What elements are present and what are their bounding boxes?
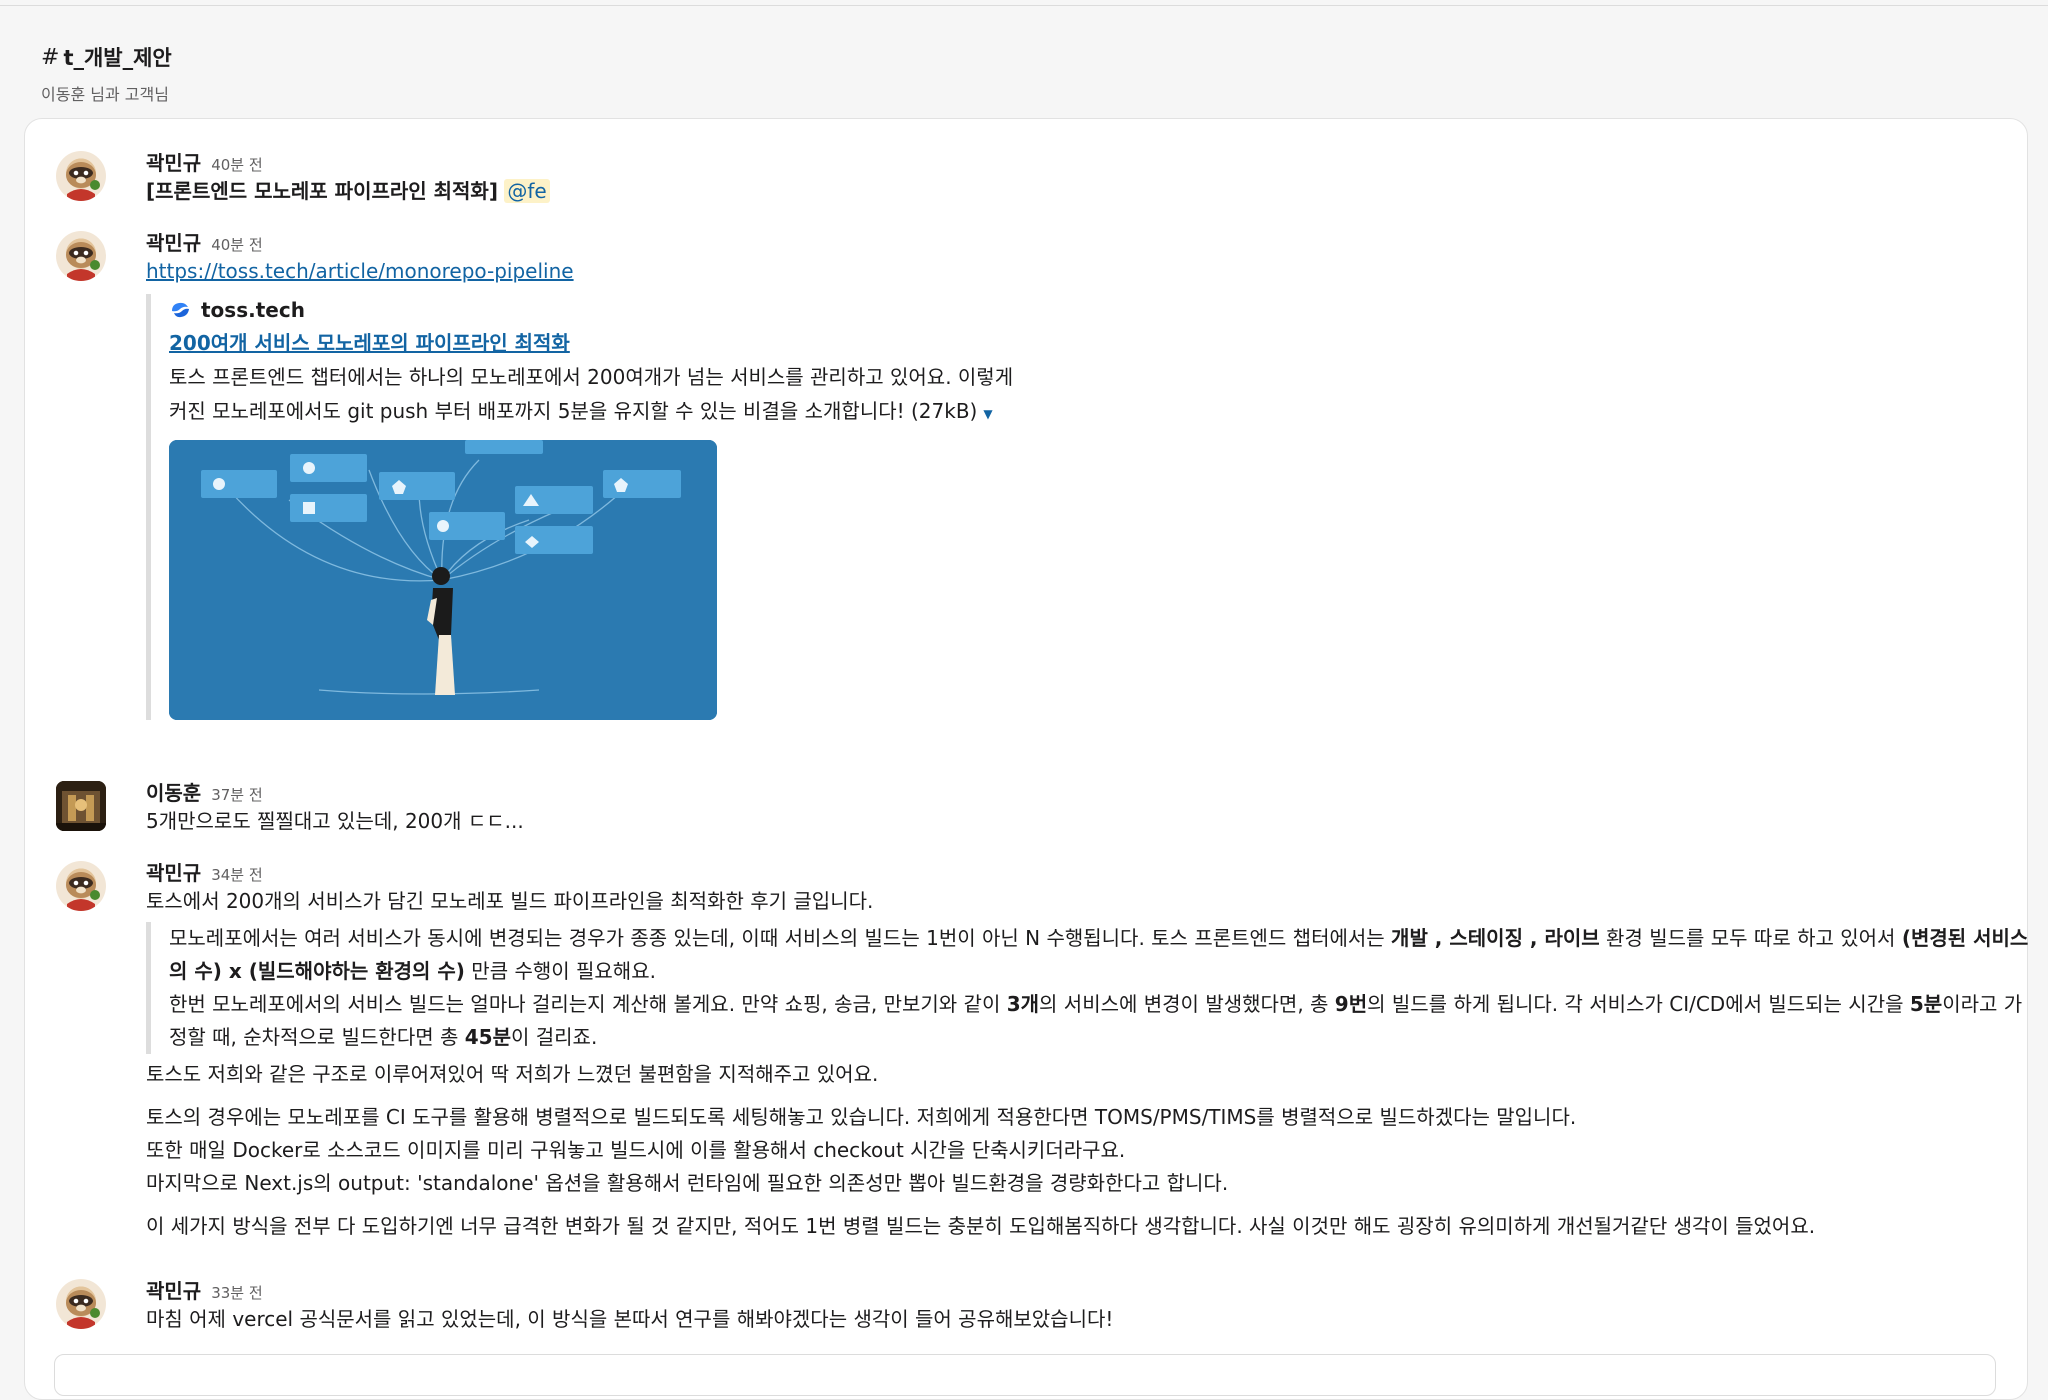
- preview-site: toss.tech: [169, 294, 1996, 326]
- channel-members: 이동훈 님과 고객님: [41, 85, 169, 104]
- message-text: [프론트엔드 모노레포 파이프라인 최적화] @fe: [146, 175, 1996, 208]
- avatar[interactable]: [56, 861, 106, 911]
- hash-icon: #: [41, 44, 60, 70]
- preview-site-name: toss.tech: [201, 298, 305, 322]
- message-paragraph: 이 세가지 방식을 전부 다 도입하기엔 너무 급격한 변화가 될 것 같지만,…: [146, 1214, 1816, 1238]
- avatar[interactable]: [56, 781, 106, 831]
- message-paragraph: 마지막으로 Next.js의 output: 'standalone' 옵션을 …: [146, 1171, 1229, 1195]
- author-name[interactable]: 곽민규: [146, 147, 201, 176]
- message-timestamp[interactable]: 37분 전: [211, 784, 262, 805]
- channel-header: # t_개발_제안 이동훈 님과 고객님: [41, 42, 172, 105]
- message-item: 이동훈 37분 전 5개만으로도 찔찔대고 있는데, 200개 ㄷㄷ...: [56, 777, 1996, 838]
- message-list: 곽민규 40분 전 [프론트엔드 모노레포 파이프라인 최적화] @fe 곽민규: [24, 118, 2028, 1400]
- channel-name: t_개발_제안: [63, 46, 172, 70]
- avatar-raccoon-icon: [66, 872, 100, 911]
- message-paragraph: 토스의 경우에는 모노레포를 CI 도구를 활용해 병렬적으로 빌드되도록 세팅…: [146, 1105, 1577, 1129]
- quote-text: 한번 모노레포에서의 서비스 빌드는 얼마나 걸리는지 계산해 볼게요. 만약 …: [169, 992, 1007, 1016]
- message-timestamp[interactable]: 40분 전: [211, 154, 262, 175]
- avatar-photo-icon: [56, 781, 106, 831]
- message-item: 곽민규 34분 전 토스에서 200개의 서비스가 담긴 모노레포 빌드 파이프…: [56, 857, 2028, 1243]
- author-name[interactable]: 곽민규: [146, 227, 201, 256]
- author-name[interactable]: 곽민규: [146, 857, 201, 886]
- illustration-image: [169, 440, 717, 720]
- user-group-mention[interactable]: @fe: [504, 179, 550, 203]
- preview-title-link[interactable]: 200여개 서비스 모노레포의 파이프라인 최적화: [169, 331, 570, 355]
- author-name[interactable]: 이동훈: [146, 777, 201, 806]
- preview-description-text: 토스 프론트엔드 챕터에서는 하나의 모노레포에서 200여개가 넘는 서비스를…: [169, 365, 1014, 423]
- quote-bold: 개발 , 스테이징 , 라이브: [1391, 926, 1600, 950]
- quote-paragraph: 한번 모노레포에서의 서비스 빌드는 얼마나 걸리는지 계산해 볼게요. 만약 …: [169, 988, 2039, 1054]
- message-item: 곽민규 40분 전 [프론트엔드 모노레포 파이프라인 최적화] @fe: [56, 147, 1996, 208]
- message-text: 마침 어제 vercel 공식문서를 읽고 있었는데, 이 방식을 본따서 연구…: [146, 1307, 1114, 1331]
- message-paragraph: 토스도 저희와 같은 구조로 이루어져있어 딱 저희가 느꼈던 불편함을 지적해…: [146, 1062, 879, 1086]
- avatar-raccoon-icon: [66, 1290, 100, 1329]
- quote-text: 만큼 수행이 필요해요.: [464, 959, 656, 983]
- message-timestamp[interactable]: 34분 전: [211, 864, 262, 885]
- quote-text: 모노레포에서는 여러 서비스가 동시에 변경되는 경우가 종종 있는데, 이때 …: [169, 926, 1392, 950]
- message-composer[interactable]: [54, 1354, 1996, 1396]
- message-text-bold: [프론트엔드 모노레포 파이프라인 최적화]: [146, 179, 498, 203]
- message-item: 곽민규 33분 전 마침 어제 vercel 공식문서를 읽고 있었는데, 이 …: [56, 1275, 1996, 1336]
- quote-bold: 3개: [1006, 992, 1040, 1016]
- quote-text: 의 빌드를 하게 됩니다. 각 서비스가 CI/CD에서 빌드되는 시간을: [1367, 992, 1910, 1016]
- channel-title[interactable]: # t_개발_제안: [41, 42, 172, 72]
- avatar[interactable]: [56, 151, 106, 201]
- quote-paragraph: 모노레포에서는 여러 서비스가 동시에 변경되는 경우가 종종 있는데, 이때 …: [169, 922, 2039, 988]
- author-name[interactable]: 곽민규: [146, 1275, 201, 1304]
- message-timestamp[interactable]: 33분 전: [211, 1282, 262, 1303]
- toss-logo-icon: [172, 302, 189, 318]
- avatar[interactable]: [56, 1279, 106, 1329]
- blockquote: 모노레포에서는 여러 서비스가 동시에 변경되는 경우가 종종 있는데, 이때 …: [146, 922, 2028, 1054]
- quote-text: 의 서비스에 변경이 발생했다면, 총: [1039, 992, 1335, 1016]
- message-paragraph: 또한 매일 Docker로 소스코드 이미지를 미리 구워놓고 빌드시에 이를 …: [146, 1138, 1126, 1162]
- quote-text: 환경 빌드를 모두 따로 하고 있어서: [1599, 926, 1902, 950]
- collapse-caret-icon[interactable]: ▼: [983, 407, 992, 421]
- link-preview: toss.tech 200여개 서비스 모노레포의 파이프라인 최적화 토스 프…: [146, 294, 1996, 720]
- quote-text: 이 걸리죠.: [510, 1025, 598, 1049]
- quote-bold: 45분: [464, 1025, 511, 1049]
- message-text: 5개만으로도 찔찔대고 있는데, 200개 ㄷㄷ...: [146, 809, 524, 833]
- message-text: 토스에서 200개의 서비스가 담긴 모노레포 빌드 파이프라인을 최적화한 후…: [146, 889, 874, 913]
- avatar-raccoon-icon: [66, 162, 100, 201]
- quote-bold: 5분: [1909, 992, 1943, 1016]
- article-link[interactable]: https://toss.tech/article/monorepo-pipel…: [146, 259, 574, 283]
- preview-image[interactable]: [169, 440, 717, 720]
- message-timestamp[interactable]: 40분 전: [211, 234, 262, 255]
- avatar-raccoon-icon: [66, 242, 100, 281]
- avatar[interactable]: [56, 231, 106, 281]
- quote-bold: 9번: [1334, 992, 1368, 1016]
- message-item: 곽민규 40분 전 https://toss.tech/article/mono…: [56, 227, 1996, 720]
- preview-description: 토스 프론트엔드 챕터에서는 하나의 모노레포에서 200여개가 넘는 서비스를…: [169, 360, 1029, 431]
- top-divider: [0, 5, 2048, 6]
